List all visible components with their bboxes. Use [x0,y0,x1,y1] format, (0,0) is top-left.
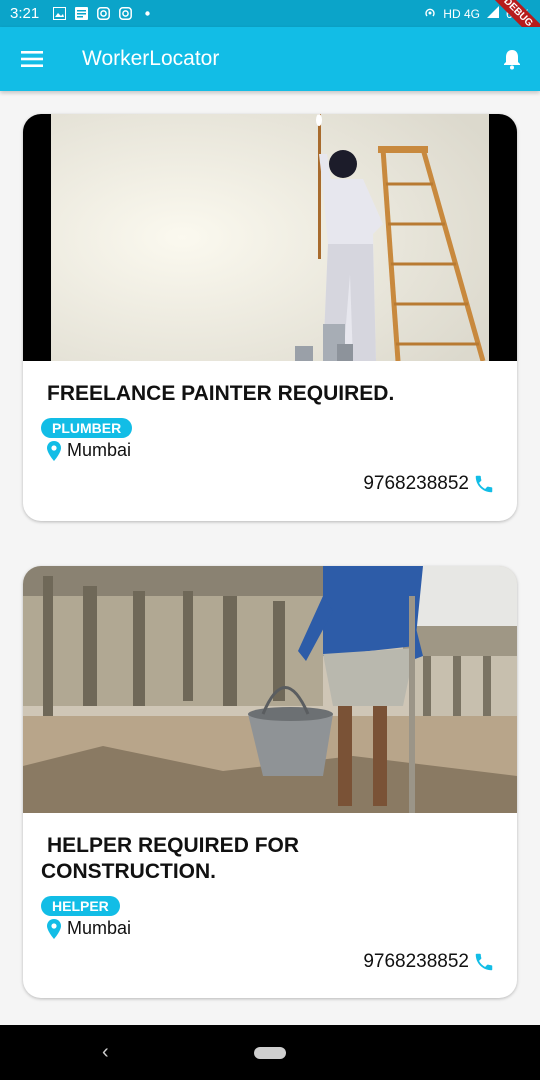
instagram-notification-icon [119,7,133,20]
hamburger-menu-icon [21,51,43,67]
network-type: HD 4G [443,6,480,21]
signal-icon [486,5,500,22]
news-notification-icon [75,7,89,20]
phone-number[interactable]: 9768238852 [363,473,469,495]
job-card[interactable]: HELPER REQUIRED FOR CONSTRUCTION. HELPER… [23,566,517,998]
category-badge: HELPER [41,896,120,916]
app-title: WorkerLocator [82,47,220,70]
job-card-body: HELPER REQUIRED FOR CONSTRUCTION. HELPER… [23,833,517,973]
job-location: Mumbai [41,440,499,461]
job-card[interactable]: FREELANCE PAINTER REQUIRED. PLUMBER Mumb… [23,114,517,521]
phone-icon[interactable] [473,473,495,495]
notifications-button[interactable] [484,27,540,91]
bell-icon [504,50,520,70]
app-bar: WorkerLocator [0,27,540,91]
instagram-notification-icon [97,7,111,20]
image-notification-icon [53,7,67,20]
status-time: 3:21 [10,5,40,22]
more-notifications-dot-icon [141,7,154,20]
status-bar: 3:21 HD 4G 64% DEBUG [0,0,540,27]
job-location: Mumbai [41,918,499,939]
job-title-line2: CONSTRUCTION. [41,860,216,883]
phone-number[interactable]: 9768238852 [363,951,469,973]
menu-button[interactable] [0,27,64,91]
location-text: Mumbai [67,918,132,938]
hotspot-icon [423,5,437,22]
phone-icon[interactable] [473,951,495,973]
phone-contact[interactable]: 9768238852 [41,951,499,973]
location-pin-icon [47,440,61,461]
job-card-body: FREELANCE PAINTER REQUIRED. PLUMBER Mumb… [23,381,517,495]
job-list[interactable]: FREELANCE PAINTER REQUIRED. PLUMBER Mumb… [0,91,540,1025]
job-title: FREELANCE PAINTER REQUIRED. [47,382,395,405]
system-navigation-bar: ‹ [0,1025,540,1080]
job-image-painter [23,114,517,361]
back-chevron-icon[interactable]: ‹ [102,1041,109,1064]
job-image-construction [23,566,517,813]
location-text: Mumbai [67,440,132,460]
job-title-line1: HELPER REQUIRED FOR [47,834,300,857]
location-pin-icon [47,918,61,939]
home-pill-button[interactable] [254,1046,286,1059]
job-title: HELPER REQUIRED FOR CONSTRUCTION. [41,833,341,885]
phone-contact[interactable]: 9768238852 [41,473,499,495]
category-badge: PLUMBER [41,418,133,438]
